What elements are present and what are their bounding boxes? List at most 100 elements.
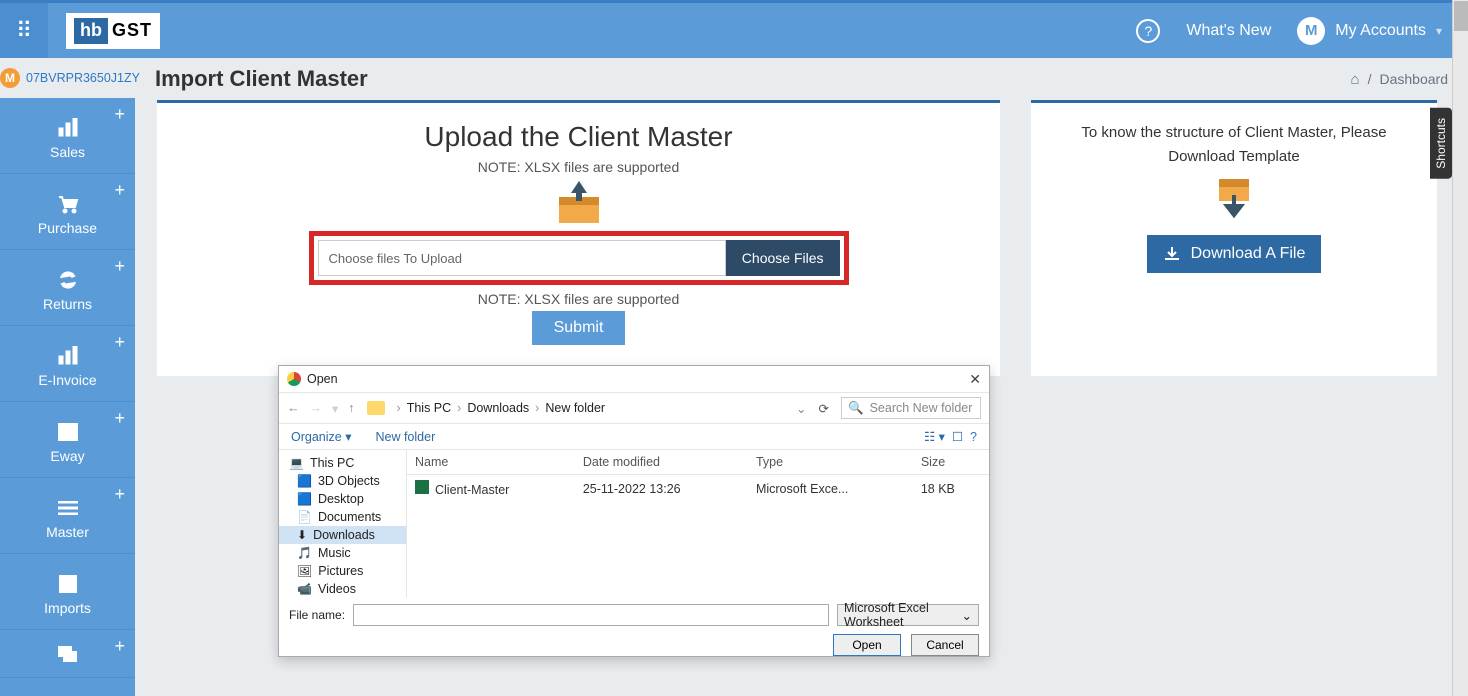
plus-icon[interactable]: +: [114, 180, 125, 201]
avatar: M: [1297, 17, 1325, 45]
plus-icon[interactable]: +: [114, 104, 125, 125]
dialog-title: Open: [307, 372, 338, 386]
sidebar-item-imports[interactable]: Imports: [0, 554, 135, 630]
address-bar[interactable]: › This PC › Downloads › New folder: [397, 401, 606, 415]
sidebar: + Sales + Purchase + Returns + E-Invoice…: [0, 98, 135, 696]
sidebar-item-returns[interactable]: + Returns: [0, 250, 135, 326]
close-button[interactable]: ✕: [969, 371, 981, 388]
page-title: Import Client Master: [155, 66, 368, 92]
download-file-label: Download A File: [1191, 245, 1306, 263]
bar-chart-icon: [57, 340, 79, 372]
sidebar-item-label: Returns: [43, 296, 92, 312]
tree-icon: 🟦: [297, 492, 312, 506]
file-name: Client-Master: [435, 483, 509, 497]
tree-label: Music: [318, 546, 351, 560]
sidebar-item-label: Purchase: [38, 220, 97, 236]
scrollbar-thumb[interactable]: [1454, 1, 1468, 31]
column-header[interactable]: Size: [913, 450, 989, 475]
file-upload-input[interactable]: Choose files To Upload: [318, 240, 726, 276]
address-dropdown[interactable]: ⌄: [796, 401, 806, 416]
help-button[interactable]: ?: [1136, 19, 1160, 43]
tree-node[interactable]: 📄Documents: [279, 508, 406, 526]
file-open-dialog: Open ✕ ← → ▾ ↑ › This PC › Downloads › N…: [278, 365, 990, 657]
highlighted-upload-row: Choose files To Upload Choose Files: [309, 231, 849, 285]
org-avatar: M: [0, 68, 20, 88]
tree-node[interactable]: 🟦3D Objects: [279, 472, 406, 490]
tree-node[interactable]: 💻This PC: [279, 454, 406, 472]
column-header[interactable]: Type: [748, 450, 913, 475]
account-menu[interactable]: M My Accounts ▾: [1297, 17, 1442, 45]
download-file-button[interactable]: Download A File: [1147, 235, 1322, 273]
plus-icon[interactable]: +: [114, 484, 125, 505]
file-type-value: Microsoft Excel Worksheet: [844, 601, 962, 629]
new-folder-button[interactable]: New folder: [375, 430, 435, 444]
crumb-0[interactable]: This PC: [407, 401, 451, 415]
sidebar-item-einvoice[interactable]: + E-Invoice: [0, 326, 135, 402]
up-button[interactable]: ↑: [348, 401, 354, 416]
tree-icon: 📹: [297, 582, 312, 596]
column-header[interactable]: Name: [407, 450, 575, 475]
choose-files-button[interactable]: Choose Files: [726, 240, 840, 276]
organize-menu[interactable]: Organize ▾: [291, 429, 351, 444]
tree-label: Downloads: [313, 528, 375, 542]
file-name-input[interactable]: [353, 604, 829, 626]
app-launcher-button[interactable]: ⠿: [0, 3, 48, 58]
vertical-scrollbar[interactable]: [1452, 0, 1468, 696]
sidebar-item-master[interactable]: + Master: [0, 478, 135, 554]
whats-new-link[interactable]: What's New: [1186, 22, 1271, 40]
folder-icon: [367, 401, 385, 415]
download-box-icon: [1049, 179, 1419, 229]
app-logo: hb GST: [66, 13, 160, 49]
plus-icon[interactable]: +: [114, 256, 125, 277]
org-id-chip[interactable]: M 07BVRPR3650J1ZY: [0, 68, 140, 88]
download-template-card: To know the structure of Client Master, …: [1031, 100, 1437, 376]
tree-node[interactable]: 🟦 Desktop: [279, 490, 406, 508]
plus-icon[interactable]: +: [114, 332, 125, 353]
plus-icon[interactable]: +: [114, 408, 125, 429]
breadcrumb-item[interactable]: Dashboard: [1380, 71, 1449, 87]
recent-button[interactable]: ▾: [332, 401, 338, 416]
back-button[interactable]: ←: [287, 401, 300, 416]
tree-label: Videos: [318, 582, 356, 596]
shortcuts-label: Shortcuts: [1434, 118, 1448, 169]
shortcuts-tab[interactable]: Shortcuts: [1430, 108, 1452, 179]
tree-icon: ⬇: [297, 528, 307, 542]
crumb-1[interactable]: Downloads: [467, 401, 529, 415]
dialog-search-input[interactable]: 🔍 Search New folder: [841, 397, 981, 419]
tree-label: Desktop: [318, 492, 364, 506]
breadcrumb: ⌂ / Dashboard: [1351, 71, 1448, 88]
file-type-select[interactable]: Microsoft Excel Worksheet⌄: [837, 604, 979, 626]
tree-node[interactable]: 🖼Pictures: [279, 562, 406, 580]
upload-box-icon: [167, 179, 990, 225]
tree-icon: 💻: [289, 456, 304, 470]
choose-files-label: Choose Files: [742, 250, 824, 266]
file-row[interactable]: Client-Master25-11-2022 13:26Microsoft E…: [407, 475, 989, 503]
sidebar-item-sales[interactable]: + Sales: [0, 98, 135, 174]
crumb-2[interactable]: New folder: [545, 401, 605, 415]
open-button[interactable]: Open: [833, 634, 901, 656]
folder-tree: 💻This PC🟦3D Objects 🟦 Desktop 📄Documents ⬇ Do…: [279, 450, 407, 598]
upload-note-top: NOTE: XLSX files are supported: [167, 159, 990, 175]
logo-gst: GST: [108, 20, 152, 41]
column-header[interactable]: Date modified: [575, 450, 748, 475]
sidebar-item-eway[interactable]: + Eway: [0, 402, 135, 478]
sidebar-item-purchase[interactable]: + Purchase: [0, 174, 135, 250]
breadcrumb-sep: /: [1368, 71, 1372, 87]
cancel-button[interactable]: Cancel: [911, 634, 979, 656]
plus-icon[interactable]: +: [114, 636, 125, 657]
refresh-button[interactable]: ⟳: [819, 401, 829, 416]
tree-icon: 🖼: [297, 564, 312, 578]
submit-button[interactable]: Submit: [532, 311, 626, 345]
view-options-button[interactable]: ☷ ▾ ☐ ?: [924, 429, 977, 444]
template-info-text: To know the structure of Client Master, …: [1049, 121, 1419, 169]
upload-title: Upload the Client Master: [167, 113, 990, 153]
file-type: Microsoft Exce...: [748, 475, 913, 503]
tree-node[interactable]: 📹 Videos: [279, 580, 406, 598]
home-icon[interactable]: ⌂: [1351, 71, 1360, 88]
file-list: NameDate modifiedTypeSize Client-Master2…: [407, 450, 989, 598]
sidebar-item-more[interactable]: +: [0, 630, 135, 678]
tree-node[interactable]: 🎵Music: [279, 544, 406, 562]
tree-node[interactable]: ⬇ Downloads: [279, 526, 406, 544]
forward-button[interactable]: →: [310, 401, 323, 416]
tree-label: Documents: [318, 510, 381, 524]
